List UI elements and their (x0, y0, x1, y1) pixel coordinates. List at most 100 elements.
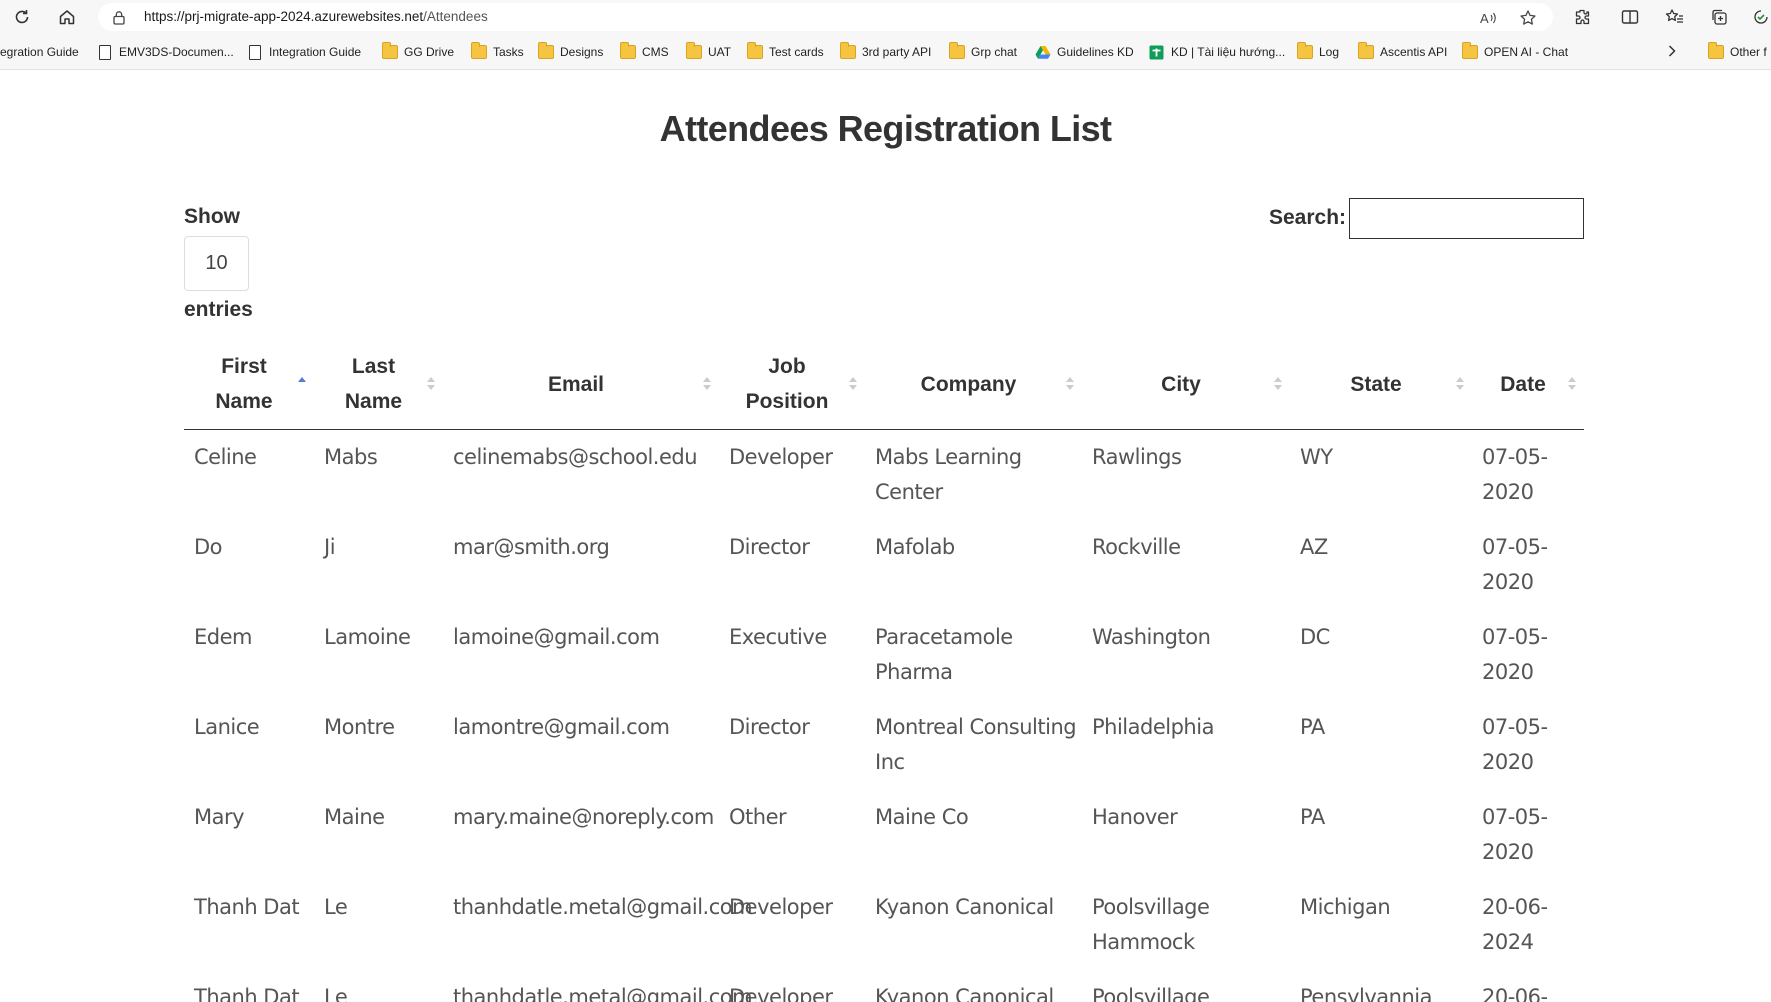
sort-icon (427, 377, 435, 391)
bookmarks-overflow-button[interactable] (1667, 42, 1677, 62)
bookmark-label: Tasks (493, 45, 524, 59)
column-label: First Name (215, 355, 273, 414)
bookmark-label: Log (1319, 45, 1340, 59)
column-header-email[interactable]: Email (443, 340, 719, 430)
cell-date: 07-05-2020 (1482, 714, 1548, 774)
bookmark-designs[interactable]: Designs (538, 42, 603, 62)
cell-email: lamontre@gmail.com (453, 714, 670, 739)
sort-icon (703, 377, 711, 391)
home-icon[interactable] (55, 5, 79, 29)
bookmark-label: Integration Guide (269, 45, 362, 59)
sort-icon (849, 377, 857, 391)
cell-company: Montreal Consulting Inc (875, 714, 1077, 774)
column-header-last-name[interactable]: Last Name (314, 340, 443, 430)
bookmark-grp-chat[interactable]: Grp chat (949, 42, 1017, 62)
table-row: Thanh Dat Le thanhdatle.metal@gmail.com … (184, 880, 1584, 970)
cell-company: Mafolab (875, 534, 955, 559)
sheets-icon (1149, 45, 1165, 60)
bookmark-other-favorites[interactable]: Other f (1708, 42, 1767, 62)
extensions-icon[interactable] (1570, 5, 1594, 29)
cell-job-position: Developer (729, 444, 833, 469)
read-aloud-icon[interactable]: A (1478, 8, 1498, 28)
bookmark-cms[interactable]: CMS (620, 42, 669, 62)
bookmark-label: Designs (560, 45, 604, 59)
search-input[interactable] (1349, 198, 1584, 239)
bookmark-test-cards[interactable]: Test cards (747, 42, 824, 62)
bookmark-integration-guide-partial[interactable]: egration Guide (0, 42, 79, 62)
cell-city: Hanover (1092, 804, 1178, 829)
cell-city: Washington (1092, 624, 1211, 649)
column-label: Last Name (344, 355, 403, 414)
cell-company: Mabs Learning Center (875, 444, 1022, 504)
favorite-star-icon[interactable] (1518, 8, 1538, 28)
bookmark-label: Guidelines KD (1057, 45, 1134, 59)
page-length-select[interactable]: 10 (184, 236, 249, 291)
favorites-icon[interactable] (1663, 5, 1687, 29)
cell-last-name: Mabs (324, 444, 378, 469)
folder-icon (840, 42, 856, 59)
bookmark-label: GG Drive (404, 45, 455, 59)
show-label: Show (184, 205, 240, 228)
column-label: Email (547, 372, 605, 396)
bookmark-label: KD | Tài liệu hướng... (1171, 45, 1286, 59)
bookmark-guidelines-kd[interactable]: Guidelines KD (1035, 42, 1134, 62)
column-header-company[interactable]: Company (865, 340, 1082, 430)
cell-email: mar@smith.org (453, 534, 610, 559)
cell-job-position: Developer (729, 894, 833, 919)
collections-icon[interactable] (1707, 5, 1731, 29)
refresh-icon[interactable] (10, 5, 34, 29)
sort-icon (1456, 377, 1464, 391)
url-text[interactable]: https://prj-migrate-app-2024.azurewebsit… (144, 9, 488, 24)
column-header-date[interactable]: Date (1472, 340, 1584, 430)
bookmark-uat[interactable]: UAT (686, 42, 731, 62)
sort-ascending-icon (298, 377, 306, 391)
bookmark-label: CMS (642, 45, 669, 59)
cell-job-position: Developer (729, 984, 833, 1002)
split-screen-icon[interactable] (1618, 5, 1642, 29)
cell-first-name: Thanh Dat (194, 984, 300, 1002)
bookmarks-bar: egration Guide EMV3DS-Documen... Integra… (0, 34, 1771, 70)
lock-icon[interactable] (112, 10, 126, 30)
cell-company: Paracetamole Pharma (875, 624, 1013, 684)
svg-text:A: A (1480, 11, 1489, 26)
folder-icon (382, 42, 398, 59)
bookmark-kd-tai-lieu[interactable]: KD | Tài liệu hướng... (1149, 42, 1285, 62)
column-header-state[interactable]: State (1290, 340, 1472, 430)
cell-state: PA (1300, 804, 1325, 829)
cell-first-name: Thanh Dat (194, 894, 300, 919)
column-header-first-name[interactable]: First Name (184, 340, 314, 430)
folder-icon (949, 42, 965, 59)
attendees-table: First Name Last Name Email Job Position … (184, 340, 1584, 1002)
cell-email: lamoine@gmail.com (453, 624, 660, 649)
address-bar[interactable]: https://prj-migrate-app-2024.azurewebsit… (98, 3, 1553, 31)
cell-first-name: Edem (194, 624, 252, 649)
bookmark-emv3ds-documentation[interactable]: EMV3DS-Documen... (99, 42, 234, 62)
cell-city: Poolsvillage (1092, 984, 1210, 1002)
column-label: City (1161, 372, 1201, 396)
cell-date: 07-05-2020 (1482, 444, 1548, 504)
column-header-city[interactable]: City (1082, 340, 1290, 430)
bookmark-3rd-party-api[interactable]: 3rd party API (840, 42, 931, 62)
cell-email: thanhdatle.metal@gmail.com (453, 984, 753, 1002)
bookmark-ascentis-api[interactable]: Ascentis API (1358, 42, 1447, 62)
bookmark-label: Test cards (769, 45, 824, 59)
column-header-job-position[interactable]: Job Position (719, 340, 865, 430)
browser-essentials-icon[interactable] (1750, 5, 1771, 29)
bookmark-integration-guide[interactable]: Integration Guide (249, 42, 361, 62)
column-label: Company (920, 372, 1017, 396)
bookmark-tasks[interactable]: Tasks (471, 42, 524, 62)
page-title: Attendees Registration List (659, 108, 1112, 149)
bookmark-label: Ascentis API (1380, 45, 1448, 59)
document-icon (99, 44, 111, 60)
table-row: Celine Mabs celinemabs@school.edu Develo… (184, 429, 1584, 520)
table-header-row: First Name Last Name Email Job Position … (184, 340, 1584, 430)
bookmark-log[interactable]: Log (1297, 42, 1339, 62)
sort-icon (1066, 377, 1074, 391)
bookmark-label: 3rd party API (862, 45, 932, 59)
bookmark-gg-drive[interactable]: GG Drive (382, 42, 454, 62)
bookmark-label: EMV3DS-Documen... (119, 45, 234, 59)
bookmark-open-ai-chat[interactable]: OPEN AI - Chat (1462, 42, 1568, 62)
bookmark-label: egration Guide (0, 45, 79, 59)
cell-last-name: Le (324, 894, 348, 919)
folder-icon (1462, 42, 1478, 59)
